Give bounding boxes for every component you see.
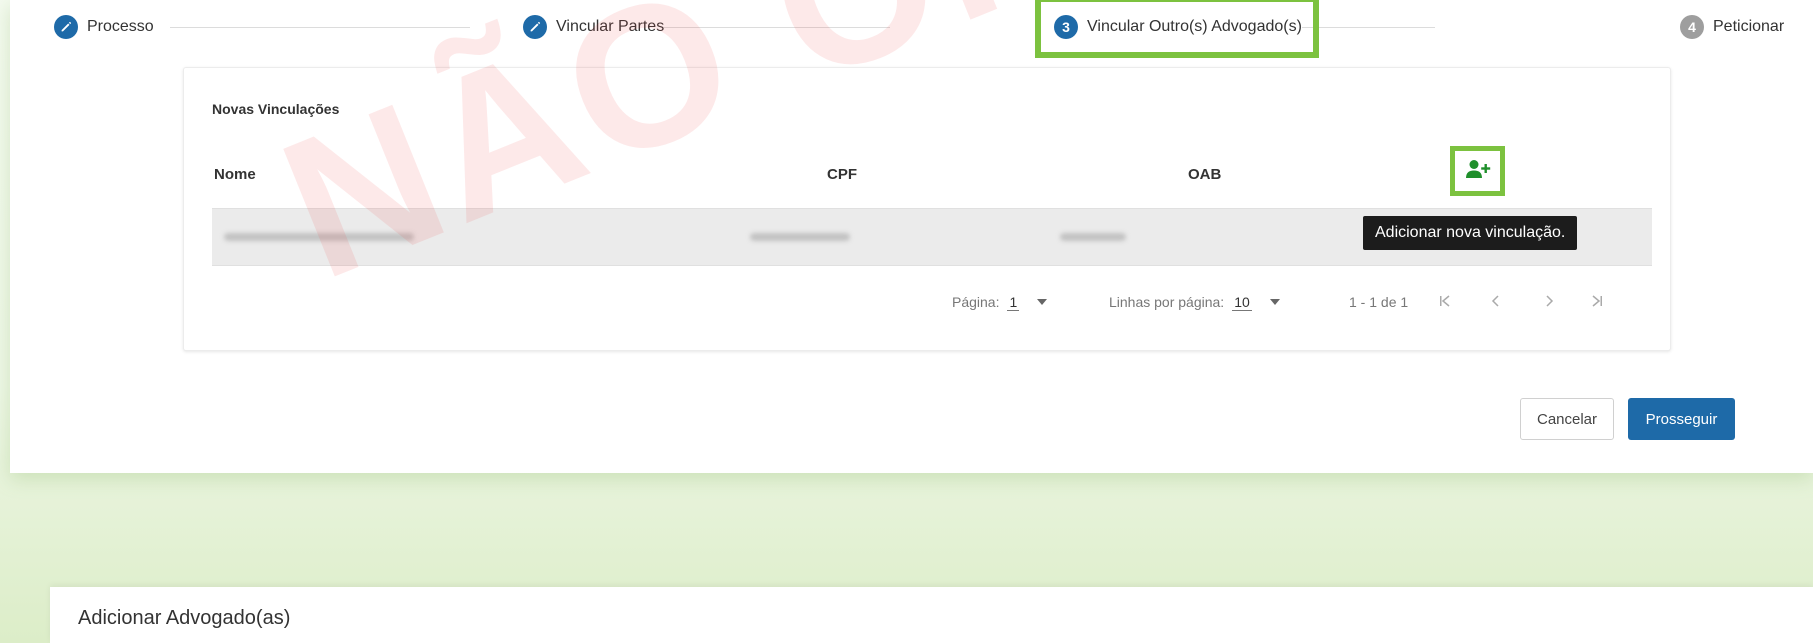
wizard-card: Processo Vincular Partes 3 Vincular Outr… xyxy=(10,0,1813,473)
page-range: 1 - 1 de 1 xyxy=(1349,294,1409,310)
last-page-icon[interactable] xyxy=(1590,292,1604,310)
step-processo[interactable]: Processo xyxy=(54,12,154,42)
add-link-tooltip: Adicionar nova vinculação. xyxy=(1363,216,1578,250)
step-number: 4 xyxy=(1680,15,1704,39)
page-label: Página: xyxy=(952,294,1000,310)
first-page-icon[interactable] xyxy=(1438,292,1452,310)
column-header-cpf[interactable]: CPF xyxy=(827,166,857,183)
step-connector xyxy=(170,27,470,28)
dialog-title: Adicionar Advogado(as) xyxy=(78,607,291,629)
next-page-icon[interactable] xyxy=(1542,292,1556,310)
redacted-cpf xyxy=(750,233,850,241)
active-step-highlight xyxy=(1035,0,1319,58)
step-vincular-partes[interactable]: Vincular Partes xyxy=(523,12,665,42)
page-selector[interactable]: Página: 1 xyxy=(952,290,1048,314)
pencil-icon xyxy=(523,15,547,39)
rows-per-page-selector[interactable]: Linhas por página: 10 xyxy=(1109,290,1280,314)
pencil-icon xyxy=(54,15,78,39)
redacted-name xyxy=(224,233,414,241)
step-label: Vincular Partes xyxy=(556,18,665,35)
stepper: Processo Vincular Partes 3 Vincular Outr… xyxy=(10,0,1813,58)
add-user-icon xyxy=(1465,159,1491,184)
caret-down-icon xyxy=(1037,299,1048,305)
step-label: Processo xyxy=(87,18,154,35)
previous-page-icon[interactable] xyxy=(1489,292,1503,310)
caret-down-icon xyxy=(1269,299,1280,305)
proceed-button[interactable]: Prosseguir xyxy=(1628,398,1735,440)
rows-label: Linhas por página: xyxy=(1109,294,1225,310)
step-label: Peticionar xyxy=(1713,18,1785,35)
add-lawyer-dialog: Adicionar Advogado(as) xyxy=(50,587,1813,643)
redacted-oab xyxy=(1060,233,1126,241)
step-peticionar[interactable]: 4 Peticionar xyxy=(1680,12,1785,42)
panel-title: Novas Vinculações xyxy=(212,101,340,117)
rows-value: 10 xyxy=(1232,293,1252,311)
column-header-oab[interactable]: OAB xyxy=(1188,166,1221,183)
add-link-button[interactable] xyxy=(1450,146,1505,196)
page-value: 1 xyxy=(1007,293,1020,311)
column-header-nome[interactable]: Nome xyxy=(214,166,256,183)
cancel-button[interactable]: Cancelar xyxy=(1520,398,1614,440)
links-panel: Novas Vinculações Nome CPF OAB Adicionar… xyxy=(183,67,1671,351)
